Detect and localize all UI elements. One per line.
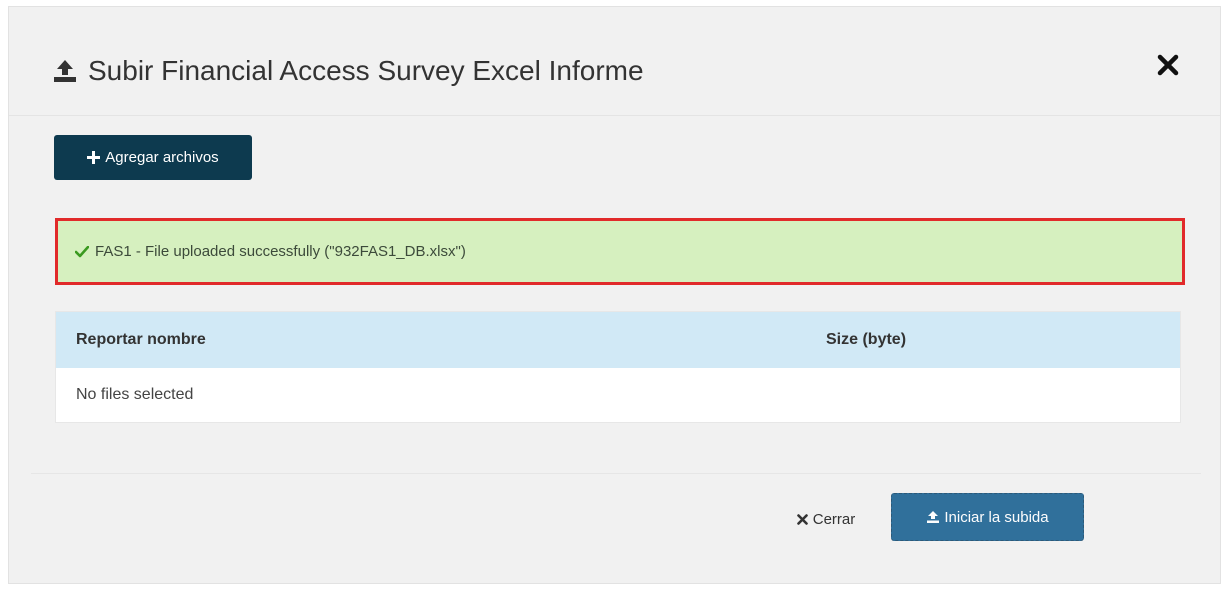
close-icon [796,513,808,525]
modal-header: Subir Financial Access Survey Excel Info… [9,7,1220,116]
column-header-size: Size (byte) [826,331,907,348]
plus-icon [87,151,101,164]
files-table: Reportar nombre Size (byte) No files sel… [55,311,1181,423]
empty-state-text: No files selected [76,386,194,403]
start-upload-button[interactable]: Iniciar la subida [891,493,1084,541]
upload-success-alert: FAS1 - File uploaded successfully ("932F… [55,218,1185,285]
cancel-button-label: Cerrar [812,510,856,528]
upload-icon [927,511,940,523]
cancel-button[interactable]: Cerrar [771,494,881,544]
modal-title: Subir Financial Access Survey Excel Info… [52,55,644,87]
modal-title-text: Subir Financial Access Survey Excel Info… [88,55,644,86]
start-upload-label: Iniciar la subida [944,508,1049,526]
alert-message: FAS1 - File uploaded successfully ("932F… [95,243,466,260]
column-header-report-name: Reportar nombre [76,331,206,348]
upload-modal: Subir Financial Access Survey Excel Info… [8,6,1221,584]
upload-icon [54,60,76,82]
table-header: Reportar nombre Size (byte) [56,312,1180,368]
close-icon[interactable] [1156,53,1180,77]
add-files-button[interactable]: Agregar archivos [54,135,252,180]
footer-divider [31,473,1201,474]
table-row: No files selected [56,368,1180,422]
check-icon [75,245,89,257]
add-files-label: Agregar archivos [105,149,219,166]
